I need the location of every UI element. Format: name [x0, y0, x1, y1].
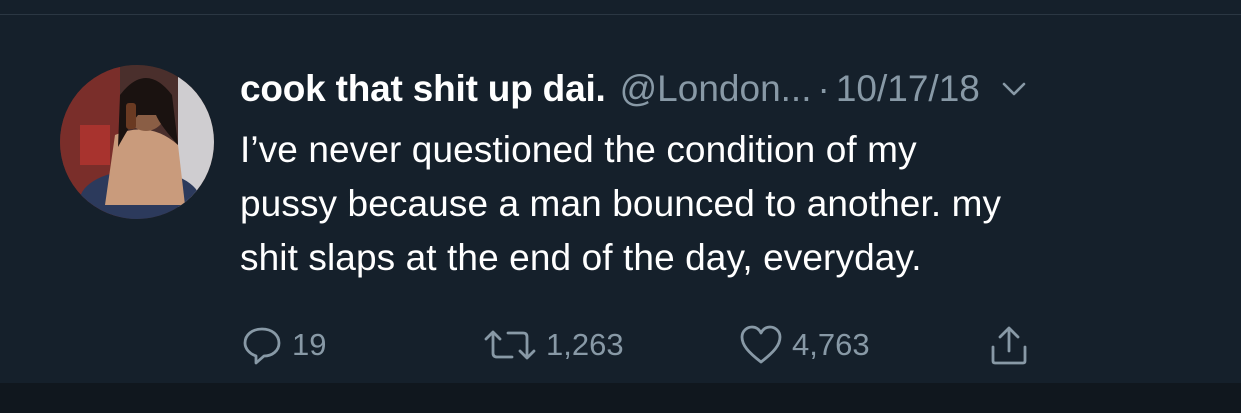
display-name[interactable]: cook that shit up dai. — [240, 68, 606, 110]
tweet[interactable]: cook that shit up dai. @London... · 10/1… — [0, 15, 1241, 383]
like-button[interactable]: 4,763 — [738, 322, 870, 368]
tweet-text-line: pussy because a man bounced to another. … — [240, 183, 1002, 224]
separator-dot: · — [817, 68, 830, 109]
heart-icon — [738, 323, 784, 367]
chevron-down-icon[interactable] — [1000, 75, 1028, 103]
tweet-text-line: I’ve never questioned the condition of m… — [240, 129, 917, 170]
user-handle[interactable]: @London... — [620, 68, 812, 110]
retweet-count: 1,263 — [546, 327, 624, 362]
bottom-divider-band — [0, 383, 1241, 413]
tweet-header: cook that shit up dai. @London... · 10/1… — [240, 67, 1028, 111]
reply-count: 19 — [292, 327, 327, 362]
avatar-photo — [60, 65, 214, 219]
share-icon — [988, 323, 1030, 367]
reply-button[interactable]: 19 — [240, 322, 326, 368]
tweet-text: I’ve never questioned the condition of m… — [240, 123, 1200, 285]
avatar[interactable] — [60, 65, 214, 219]
retweet-button[interactable]: 1,263 — [482, 322, 624, 368]
like-count: 4,763 — [792, 327, 870, 362]
reply-icon — [240, 323, 284, 367]
tweet-text-line: shit slaps at the end of the day, everyd… — [240, 237, 922, 278]
retweet-icon — [482, 323, 538, 367]
share-button[interactable] — [988, 322, 1030, 368]
tweet-date[interactable]: 10/17/18 — [836, 68, 980, 110]
tweet-actions: 19 1,263 4,763 — [240, 322, 1060, 368]
